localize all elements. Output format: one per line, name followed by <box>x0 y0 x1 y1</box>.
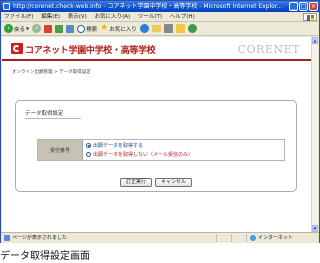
divider <box>25 118 81 119</box>
title-bar: http://corenet.check-web.info - コアネット学園中… <box>1 1 319 12</box>
stop-icon[interactable] <box>44 24 53 33</box>
page-icon <box>4 235 10 241</box>
status-bar: ページが表示されました インターネット <box>1 232 319 243</box>
star-icon: ★ <box>100 23 109 33</box>
toolbar: ‹ 戻る ▼ › 検索 ★ お気に入り <box>1 22 319 36</box>
folder-icon[interactable] <box>175 24 185 33</box>
search-icon <box>77 24 86 33</box>
option-fetch-label: 出願データを取得する <box>93 143 144 149</box>
back-button[interactable]: ‹ 戻る ▼ <box>4 24 29 33</box>
row-label: 受付番号 <box>38 140 83 160</box>
settings-panel: データ取得設定 受付番号 出願データを取得する 出願データを取得しない（メール受… <box>15 100 297 192</box>
menu-bar: ファイル(F) 編集(E) 表示(V) お気に入り(A) ツール(T) ヘルプ(… <box>1 12 319 22</box>
menu-help[interactable]: ヘルプ(H) <box>170 14 195 20</box>
refresh-icon[interactable] <box>55 24 64 33</box>
radio-group: 出願データを取得する 出願データを取得しない（メール受信のみ） <box>83 140 284 160</box>
ie-icon <box>3 3 10 10</box>
home-icon[interactable] <box>66 24 75 33</box>
divider <box>216 234 217 242</box>
scroll-up-icon[interactable]: ▲ <box>312 37 318 44</box>
search-button[interactable]: 検索 <box>77 24 98 33</box>
media-icon[interactable] <box>139 24 149 33</box>
browser-window: http://corenet.check-web.info - コアネット学園中… <box>0 0 320 243</box>
status-zone: インターネット <box>250 233 293 243</box>
divider <box>246 234 247 242</box>
option-fetch[interactable]: 出願データを取得する <box>86 142 284 149</box>
menu-view[interactable]: 表示(V) <box>68 14 87 20</box>
menu-file[interactable]: ファイル(F) <box>4 14 33 20</box>
menu-edit[interactable]: 編集(E) <box>41 14 60 20</box>
option-no-fetch-label: 出願データを取得しない（メール受信のみ） <box>93 152 194 158</box>
figure-caption: データ取得設定画面 <box>0 251 90 262</box>
menu-tools[interactable]: ツール(T) <box>138 14 162 20</box>
status-text: ページが表示されました <box>12 235 67 241</box>
status-left: ページが表示されました <box>4 233 67 243</box>
back-label: 戻る <box>14 26 26 33</box>
zone-text: インターネット <box>258 235 294 241</box>
messenger-icon[interactable] <box>187 24 197 33</box>
page-content: コアネット学園中学校・高等学校 CORENET オンライン出願管理 > データ取… <box>2 37 312 232</box>
favorites-button[interactable]: ★ お気に入り <box>100 24 137 33</box>
windows-logo-icon <box>303 13 317 21</box>
menu-favorites[interactable]: お気に入り(A) <box>95 14 131 20</box>
option-no-fetch[interactable]: 出願データを取得しない（メール受信のみ） <box>86 151 284 158</box>
favorites-label: お気に入り <box>109 26 137 33</box>
window-controls: _ □ × <box>289 2 318 11</box>
search-label: 検索 <box>86 26 98 33</box>
brand-logo: CORENET <box>237 43 300 56</box>
mail-icon[interactable] <box>151 25 161 32</box>
forward-arrow-icon[interactable]: › <box>32 24 42 33</box>
site-header: コアネット学園中学校・高等学校 CORENET <box>2 37 312 61</box>
globe-icon <box>250 235 256 241</box>
print-icon[interactable] <box>163 24 173 33</box>
breadcrumb: オンライン出願管理 > データ取得設定 <box>12 70 91 75</box>
school-logo-icon <box>11 43 23 54</box>
minimize-icon[interactable]: _ <box>289 2 298 11</box>
school-name: コアネット学園中学校・高等学校 <box>25 46 156 56</box>
scroll-down-icon[interactable]: ▼ <box>312 225 318 232</box>
radio-fetch[interactable] <box>86 143 91 148</box>
cancel-button[interactable]: キャンセル <box>155 178 193 187</box>
maximize-icon[interactable]: □ <box>299 2 308 11</box>
divider <box>231 234 232 242</box>
panel-title: データ取得設定 <box>25 111 64 117</box>
close-icon[interactable]: × <box>309 2 318 11</box>
chevron-down-icon: ▼ <box>26 26 30 31</box>
radio-no-fetch[interactable] <box>86 152 91 157</box>
button-row: 訂正実行 キャンセル <box>16 178 296 187</box>
window-title: http://corenet.check-web.info - コアネット学園中… <box>13 3 283 10</box>
setting-row: 受付番号 出願データを取得する 出願データを取得しない（メール受信のみ） <box>37 139 285 161</box>
back-arrow-icon: ‹ <box>4 24 13 33</box>
execute-button[interactable]: 訂正実行 <box>119 178 152 187</box>
scrollbar[interactable]: ▲ ▼ <box>311 37 318 232</box>
